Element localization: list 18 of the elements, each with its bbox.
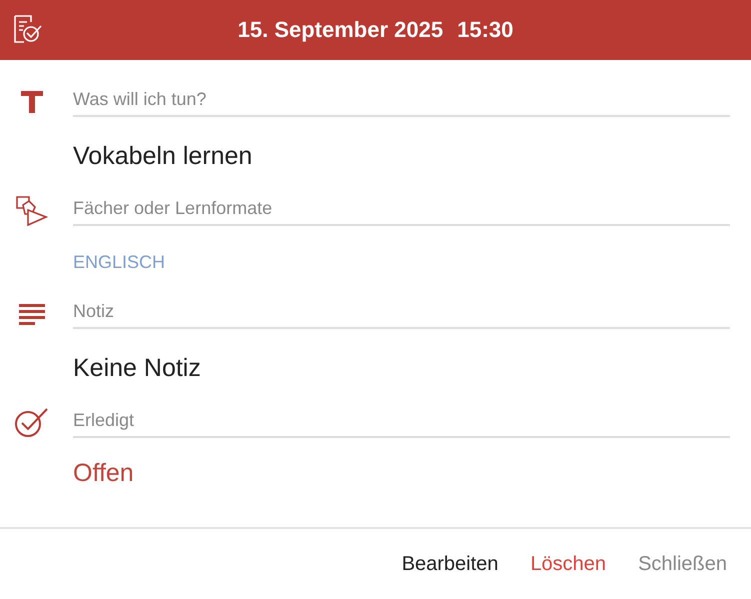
checklist-icon: [12, 13, 44, 45]
field-value: Keine Notiz: [73, 354, 201, 382]
shapes-icon: [16, 196, 48, 226]
text-icon: [20, 90, 44, 114]
field-label: Notiz: [73, 301, 730, 329]
field-label: Erledigt: [73, 410, 730, 438]
header-time: 15:30: [457, 17, 514, 43]
status-value: Offen: [73, 458, 134, 488]
header-date: 15. September 2025: [238, 17, 444, 43]
delete-button[interactable]: Löschen: [520, 546, 616, 582]
close-button[interactable]: Schließen: [628, 546, 737, 582]
edit-button[interactable]: Bearbeiten: [392, 546, 508, 582]
notes-icon: [18, 302, 46, 324]
field-value: Vokabeln lernen: [73, 142, 252, 170]
check-circle-icon: [14, 408, 48, 438]
subject-tag: ENGLISCH: [73, 252, 166, 272]
field-label: Was will ich tun?: [73, 89, 730, 117]
field-label: Fächer oder Lernformate: [73, 198, 730, 226]
